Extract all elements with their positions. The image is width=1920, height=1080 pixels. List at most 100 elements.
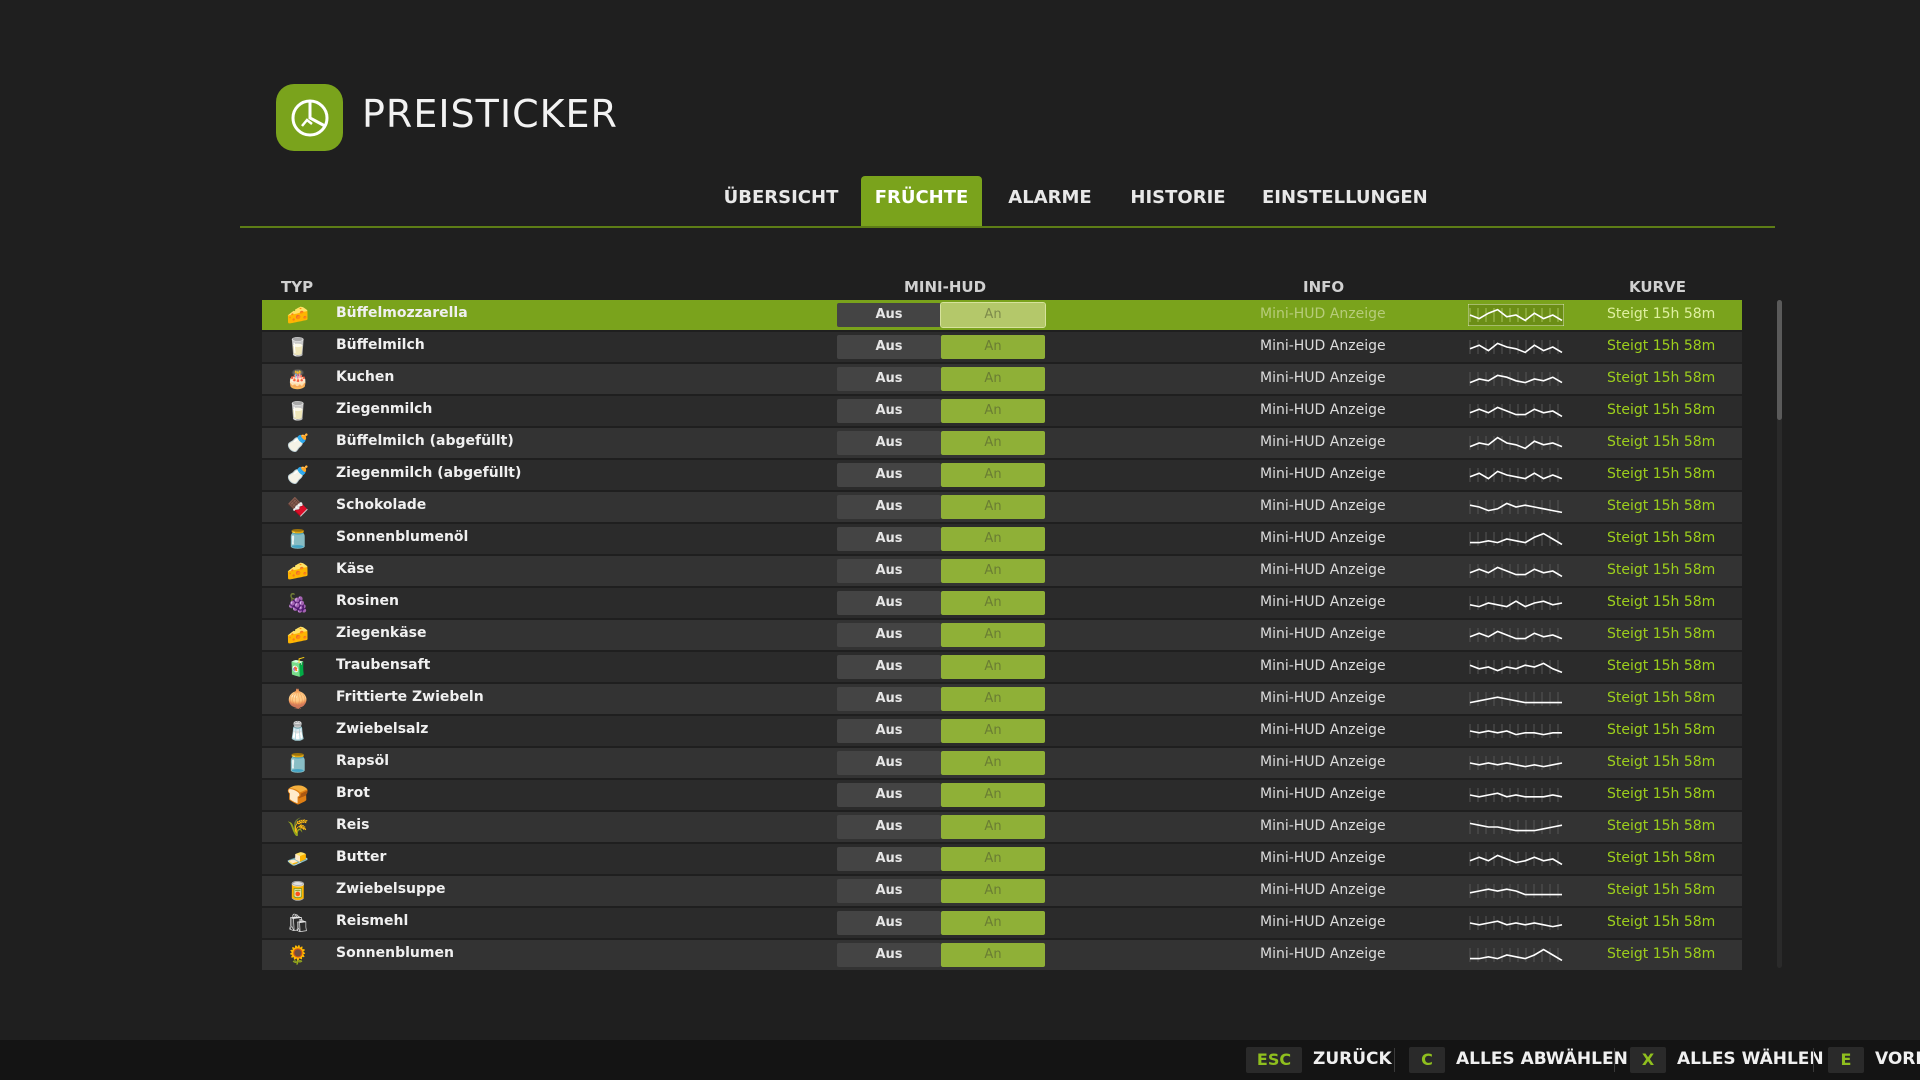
- minihud-off-button[interactable]: Aus: [837, 559, 941, 583]
- product-name: Schokolade: [336, 497, 427, 513]
- table-row[interactable]: 🍼 Büffelmilch (abgefüllt) Aus An Mini-HUD An…: [262, 428, 1742, 458]
- minihud-off-button[interactable]: Aus: [837, 303, 941, 327]
- curve-line: [1469, 566, 1563, 578]
- table-row[interactable]: 🧅 Frittierte Zwiebeln Aus An Mini-HUD Anzeig…: [262, 684, 1742, 714]
- tab-historie[interactable]: HISTORIE: [1126, 176, 1230, 226]
- table-row[interactable]: 🥫 Zwiebelsuppe Aus An Mini-HUD Anzeige Steigt…: [262, 876, 1742, 906]
- table-row[interactable]: 🧃 Traubensaft Aus An Mini-HUD Anzeige Steigt …: [262, 652, 1742, 682]
- key-e[interactable]: E: [1828, 1047, 1864, 1073]
- product-name: Sonnenblumenöl: [336, 529, 469, 545]
- minihud-on-button[interactable]: An: [941, 911, 1045, 935]
- table-row[interactable]: 🧂 Zwiebelsalz Aus An Mini-HUD Anzeige Steigt …: [262, 716, 1742, 746]
- minihud-off-button[interactable]: Aus: [837, 719, 941, 743]
- minihud-on-button[interactable]: An: [941, 623, 1045, 647]
- info-text: Mini-HUD Anzeige: [1260, 946, 1386, 962]
- key-x[interactable]: X: [1630, 1047, 1666, 1073]
- table-row[interactable]: 🫙 Rapsöl Aus An Mini-HUD Anzeige Steigt 15h 5…: [262, 748, 1742, 778]
- minihud-on-button[interactable]: An: [941, 463, 1045, 487]
- table-row[interactable]: 🥛 Büffelmilch Aus An Mini-HUD Anzeige Steigt …: [262, 332, 1742, 362]
- tab-alarme[interactable]: ALARME: [1000, 176, 1100, 226]
- minihud-on-button[interactable]: An: [941, 879, 1045, 903]
- scrollbar-thumb[interactable]: [1777, 300, 1782, 420]
- table-row[interactable]: 🌻 Sonnenblumen Aus An Mini-HUD Anzeige Steigt…: [262, 940, 1742, 970]
- tab-uebersicht[interactable]: ÜBERSICHT: [720, 176, 842, 226]
- minihud-on-button[interactable]: An: [941, 847, 1045, 871]
- tab-einstellungen[interactable]: EINSTELLUNGEN: [1262, 176, 1428, 226]
- table-row[interactable]: 🫙 Sonnenblumenöl Aus An Mini-HUD Anzeige Stei…: [262, 524, 1742, 554]
- minihud-on-button[interactable]: An: [941, 335, 1045, 359]
- minihud-off-button[interactable]: Aus: [837, 687, 941, 711]
- minihud-off-button[interactable]: Aus: [837, 815, 941, 839]
- minihud-on-button[interactable]: An: [941, 399, 1045, 423]
- minihud-off-button[interactable]: Aus: [837, 847, 941, 871]
- product-name: Rosinen: [336, 593, 399, 609]
- app-title: PREISTICKER: [362, 92, 618, 136]
- table-row[interactable]: 🧀 Käse Aus An Mini-HUD Anzeige Steigt 15h 58m: [262, 556, 1742, 586]
- minihud-on-button[interactable]: An: [941, 495, 1045, 519]
- minihud-on-button[interactable]: An: [941, 591, 1045, 615]
- info-text: Mini-HUD Anzeige: [1260, 402, 1386, 418]
- curve-line: [1469, 920, 1563, 928]
- back-action[interactable]: ZURÜCK: [1313, 1049, 1392, 1069]
- product-name: Käse: [336, 561, 375, 577]
- minihud-off-button[interactable]: Aus: [837, 495, 941, 519]
- minihud-off-button[interactable]: Aus: [837, 943, 941, 967]
- table-row[interactable]: 🌾 Reis Aus An Mini-HUD Anzeige Steigt 15h 58m: [262, 812, 1742, 842]
- table-row[interactable]: 🧀 Büffelmozzarella Aus An Mini-HUD Anzeige St…: [262, 300, 1742, 330]
- price-curve: [1469, 948, 1563, 962]
- minihud-off-button[interactable]: Aus: [837, 751, 941, 775]
- minihud-on-button[interactable]: An: [941, 751, 1045, 775]
- table-row[interactable]: 🍞 Brot Aus An Mini-HUD Anzeige Steigt 15h 58m: [262, 780, 1742, 810]
- minihud-on-button[interactable]: An: [941, 783, 1045, 807]
- minihud-on-button[interactable]: An: [941, 943, 1045, 967]
- table-row[interactable]: 🎂 Kuchen Aus An Mini-HUD Anzeige Steigt 15h 5…: [262, 364, 1742, 394]
- cake-icon: 🎂: [286, 368, 310, 390]
- tab-fruechte[interactable]: FRÜCHTE: [861, 176, 982, 226]
- product-name: Reismehl: [336, 913, 409, 929]
- milk-can-icon: 🥛: [286, 336, 310, 358]
- key-esc[interactable]: ESC: [1246, 1047, 1302, 1073]
- minihud-on-button[interactable]: An: [941, 367, 1045, 391]
- product-name: Traubensaft: [336, 657, 431, 673]
- trend-text: Steigt 15h 58m: [1607, 722, 1716, 738]
- table-row[interactable]: 🧈 Butter Aus An Mini-HUD Anzeige Steigt 15h 5…: [262, 844, 1742, 874]
- minihud-on-button[interactable]: An: [941, 687, 1045, 711]
- minihud-off-button[interactable]: Aus: [837, 335, 941, 359]
- table-row[interactable]: 🍫 Schokolade Aus An Mini-HUD Anzeige Steigt 1…: [262, 492, 1742, 522]
- soup-can-icon: 🥫: [286, 880, 310, 902]
- minihud-on-button[interactable]: An: [941, 719, 1045, 743]
- previous-action[interactable]: VORH: [1875, 1049, 1920, 1069]
- minihud-off-button[interactable]: Aus: [837, 911, 941, 935]
- minihud-off-button[interactable]: Aus: [837, 527, 941, 551]
- table-row[interactable]: 🍇 Rosinen Aus An Mini-HUD Anzeige Steigt 15h …: [262, 588, 1742, 618]
- product-name: Frittierte Zwiebeln: [336, 689, 484, 705]
- minihud-off-button[interactable]: Aus: [837, 879, 941, 903]
- curve-line: [1469, 696, 1562, 704]
- table-row[interactable]: 🧀 Ziegenkäse Aus An Mini-HUD Anzeige Steigt 1…: [262, 620, 1742, 650]
- key-c[interactable]: C: [1409, 1047, 1445, 1073]
- minihud-off-button[interactable]: Aus: [837, 463, 941, 487]
- table-row[interactable]: 🍼 Ziegenmilch (abgefüllt) Aus An Mini-HUD An…: [262, 460, 1742, 490]
- price-curve: [1469, 756, 1563, 770]
- scrollbar[interactable]: [1777, 300, 1782, 968]
- trend-text: Steigt 15h 58m: [1607, 594, 1716, 610]
- minihud-off-button[interactable]: Aus: [837, 783, 941, 807]
- info-text: Mini-HUD Anzeige: [1260, 338, 1386, 354]
- sunflower-icon: 🌻: [286, 944, 310, 966]
- table-row[interactable]: 🛍 Reismehl Aus An Mini-HUD Anzeige Steigt 15h…: [262, 908, 1742, 938]
- table-row[interactable]: 🥛 Ziegenmilch Aus An Mini-HUD Anzeige Steigt …: [262, 396, 1742, 426]
- select-all-action[interactable]: ALLES WÄHLEN: [1677, 1049, 1824, 1069]
- minihud-off-button[interactable]: Aus: [837, 367, 941, 391]
- minihud-off-button[interactable]: Aus: [837, 431, 941, 455]
- minihud-off-button[interactable]: Aus: [837, 591, 941, 615]
- minihud-on-button[interactable]: An: [941, 559, 1045, 583]
- minihud-on-button[interactable]: An: [940, 302, 1046, 328]
- deselect-all-action[interactable]: ALLES ABWÄHLEN: [1456, 1049, 1628, 1069]
- minihud-off-button[interactable]: Aus: [837, 655, 941, 679]
- minihud-on-button[interactable]: An: [941, 815, 1045, 839]
- minihud-on-button[interactable]: An: [941, 655, 1045, 679]
- minihud-off-button[interactable]: Aus: [837, 623, 941, 647]
- minihud-off-button[interactable]: Aus: [837, 399, 941, 423]
- minihud-on-button[interactable]: An: [941, 431, 1045, 455]
- minihud-on-button[interactable]: An: [941, 527, 1045, 551]
